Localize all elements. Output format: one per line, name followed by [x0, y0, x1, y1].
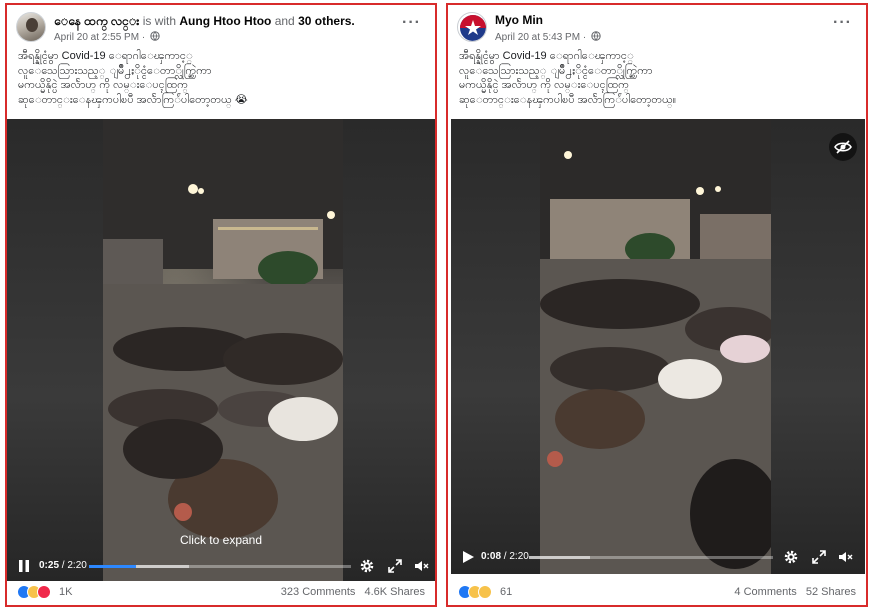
caption-line: အီရန္နိုင္ငံမွာ Covid-19 ေရာဂါေၾကာင့္	[459, 50, 634, 62]
video-scene	[540, 119, 771, 574]
mute-icon[interactable]	[413, 558, 429, 574]
and-text: and	[274, 14, 295, 28]
fullscreen-icon[interactable]	[811, 549, 827, 565]
caption-line: လူေသေသြားသည့္ ျမိဳ႕ႏိုင္ငံေတာ္လိုက္ဆြဲကာ	[18, 64, 212, 77]
fullscreen-icon[interactable]	[387, 558, 403, 574]
video-time: 0:25 / 2:20	[39, 560, 87, 571]
right-post: Myo Min April 20 at 5:43 PM · ··· အီရန္န…	[446, 3, 868, 607]
author-name[interactable]: Myo Min	[495, 13, 543, 27]
author-line: Myo Min	[495, 13, 543, 27]
caption-line: ဆုေတာင္းေနၾကပါၿပီ အလႅာကြ်ံပါတော့တယ္ 😭	[18, 93, 248, 106]
post-timestamp[interactable]: April 20 at 5:43 PM	[495, 32, 580, 43]
video-time: 0:08 / 2:20	[481, 551, 529, 562]
caption-line: မကယ္မိနိုင္ပဲ အလႅာဟ္ ကို လမ္းေပၚထြက္	[459, 79, 630, 91]
reaction-count[interactable]: 61	[500, 586, 512, 598]
post-meta: April 20 at 2:55 PM ·	[54, 31, 160, 43]
buffer-fill	[529, 556, 590, 559]
globe-icon	[591, 31, 601, 41]
globe-icon	[150, 31, 160, 41]
is-with-text: is with	[142, 14, 177, 28]
settings-icon[interactable]	[783, 549, 799, 565]
progress-fill	[89, 565, 137, 568]
video-frame	[540, 119, 771, 574]
progress-bar[interactable]	[529, 556, 773, 559]
video-blur-left	[451, 119, 540, 574]
reaction-count[interactable]: 1K	[59, 586, 72, 598]
post-header: ေနေ ထက္ လင္း is with Aung Htoo Htoo and …	[16, 10, 427, 46]
duration: / 2:20	[503, 551, 529, 562]
love-icon	[37, 585, 51, 599]
post-meta: April 20 at 5:43 PM ·	[495, 31, 601, 43]
post-caption: အီရန္နိုင္ငံမွာ Covid-19 ေရာဂါေၾကာင့္ လူ…	[459, 49, 859, 107]
caption-line: မကယ္မိနိုင္ပဲ အလႅာဟ္ ကို လမ္းေပၚထြက္	[18, 79, 189, 91]
duration: / 2:20	[61, 560, 87, 571]
wow-icon	[478, 585, 492, 599]
post-caption: အီရန္နိုင္ငံမွာ Covid-19 ေရာဂါေၾကာင့္ လူ…	[18, 49, 418, 107]
author-line: ေနေ ထက္ လင္း is with Aung Htoo Htoo and …	[54, 13, 355, 31]
tagged-name[interactable]: Aung Htoo Htoo	[179, 14, 271, 28]
video-scene	[103, 119, 343, 583]
left-post: ေနေ ထက္ လင္း is with Aung Htoo Htoo and …	[5, 3, 437, 607]
click-to-expand[interactable]: Click to expand	[7, 533, 435, 547]
comments-count[interactable]: 323 Comments	[281, 586, 356, 598]
video-blur-right	[343, 119, 435, 583]
avatar-logo	[460, 15, 486, 41]
current-time: 0:25	[39, 560, 60, 571]
shares-count[interactable]: 4.6K Shares	[364, 586, 425, 598]
video-controls: 0:25 / 2:20	[7, 551, 435, 583]
more-icon[interactable]: ···	[833, 14, 852, 32]
pause-icon[interactable]	[17, 559, 31, 573]
video-blur-left	[7, 119, 103, 583]
author-avatar[interactable]	[16, 12, 46, 42]
comments-count[interactable]: 4 Comments	[734, 586, 796, 598]
settings-icon[interactable]	[359, 558, 375, 574]
video-player[interactable]: Click to expand 0:25 / 2:20	[7, 119, 435, 583]
video-frame	[103, 119, 343, 583]
video-player[interactable]: 0:08 / 2:20	[451, 119, 865, 574]
video-controls: 0:08 / 2:20	[451, 542, 865, 574]
post-footer: 61 4 Comments 52 Shares	[448, 581, 866, 605]
shares-count[interactable]: 52 Shares	[806, 586, 856, 598]
play-icon[interactable]	[461, 550, 475, 564]
author-avatar[interactable]	[457, 12, 487, 42]
caption-line: ဆုေတာင္းေနၾကပါၿပီ အလႅာကြ်ံပါတော့တယ္။	[459, 93, 677, 106]
post-header: Myo Min April 20 at 5:43 PM · ···	[457, 10, 858, 46]
post-stats: 323 Comments 4.6K Shares	[281, 586, 425, 598]
progress-bar[interactable]	[89, 565, 351, 568]
post-stats: 4 Comments 52 Shares	[734, 586, 856, 598]
mute-icon[interactable]	[837, 549, 853, 565]
post-timestamp[interactable]: April 20 at 2:55 PM	[54, 32, 139, 43]
more-icon[interactable]: ···	[402, 14, 421, 32]
author-name[interactable]: ေနေ ထက္ လင္း	[54, 14, 139, 28]
caption-line: အီရန္နိုင္ငံမွာ Covid-19 ေရာဂါေၾကာင့္	[18, 50, 193, 62]
video-blur-right	[771, 119, 865, 574]
current-time: 0:08	[481, 551, 502, 562]
post-footer: 1K 323 Comments 4.6K Shares	[7, 581, 435, 605]
hide-icon[interactable]	[829, 133, 857, 161]
others-link[interactable]: 30 others.	[298, 14, 355, 28]
caption-line: လူေသေသြားသည့္ ျမိဳ႕ႏိုင္ငံေတာ္လိုက္ဆြဲကာ	[459, 64, 653, 77]
